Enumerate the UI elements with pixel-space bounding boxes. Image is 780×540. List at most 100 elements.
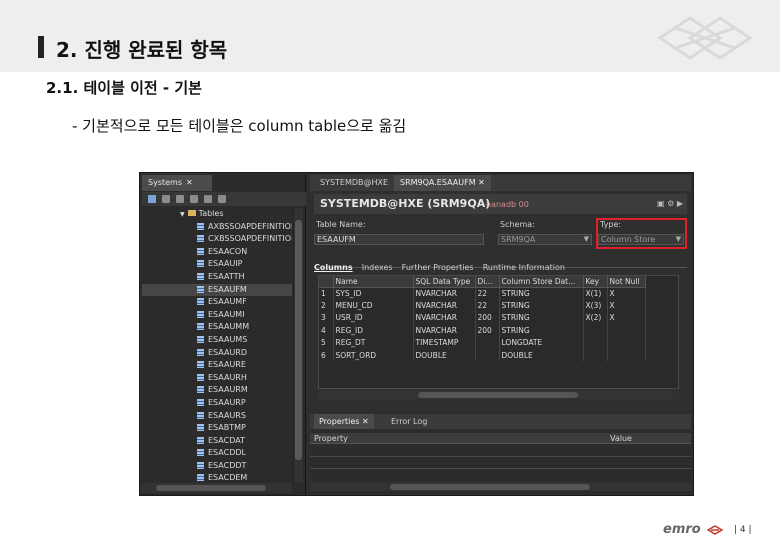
close-icon[interactable]: ✕ (186, 178, 193, 187)
refresh-icon[interactable] (204, 195, 212, 203)
scroll-thumb[interactable] (295, 220, 302, 460)
table-cell: NVARCHAR (413, 311, 476, 325)
table-cell (607, 324, 646, 337)
tree-item-table[interactable]: ESAACON (142, 246, 292, 259)
scroll-thumb[interactable] (418, 392, 578, 398)
tab-indexes[interactable]: Indexes (362, 261, 393, 274)
bullet-text: - 기본적으로 모든 테이블은 column table으로 옮김 (72, 117, 407, 135)
tab-systemdb[interactable]: SYSTEMDB@HXE (314, 175, 394, 191)
link-icon[interactable] (190, 195, 198, 203)
info-icon[interactable]: ▣ (657, 199, 665, 208)
schema-field[interactable]: SRM9QA ▼ (498, 234, 592, 245)
filter-icon[interactable] (162, 195, 170, 203)
editor-tab-label: SYSTEMDB@HXE (320, 178, 389, 187)
schema-value: SRM9QA (501, 235, 536, 244)
systems-vertical-scrollbar[interactable] (293, 208, 303, 482)
tree-item-table[interactable]: ESACDDT (142, 460, 292, 473)
table-cell: SYS_ID (333, 287, 414, 300)
table-icon (197, 298, 204, 306)
table-icon (197, 436, 204, 444)
title-accent-bar (38, 36, 44, 58)
menu-icon[interactable] (218, 195, 226, 203)
tree-item-table[interactable]: ESAAUMI (142, 309, 292, 322)
tree-item-label: ESACDAT (208, 435, 245, 445)
table-cell: 5 (319, 336, 334, 349)
tree-item-table[interactable]: ESAAURP (142, 397, 292, 410)
tree-item-table[interactable]: ESAATTH (142, 271, 292, 284)
table-cell: MENU_CD (333, 299, 414, 312)
tree-item-table[interactable]: ESAAURD (142, 347, 292, 360)
table-name-field[interactable]: ESAAUFM (314, 234, 484, 245)
run-icon[interactable]: ▶ (677, 199, 683, 208)
settings-icon[interactable]: ⚙ (667, 199, 674, 208)
tab-systems[interactable]: Systems ✕ (142, 175, 212, 191)
tab-further-properties[interactable]: Further Properties (402, 261, 474, 274)
add-system-icon[interactable] (148, 195, 156, 203)
table-row[interactable]: 1 SYS_ID NVARCHAR 22 STRING X(1) X (319, 287, 646, 300)
scroll-thumb[interactable] (390, 484, 590, 490)
tree-item-label: ESACDDT (208, 460, 247, 470)
column-header[interactable]: Key (583, 276, 608, 288)
column-header[interactable] (319, 276, 334, 288)
tree-item-table[interactable]: ESAAURE (142, 359, 292, 372)
tree-item-label: ESAAUMM (208, 322, 250, 332)
table-cell (583, 324, 608, 337)
table-icon (197, 260, 204, 268)
tab-error-log[interactable]: Error Log (386, 414, 432, 429)
host-label: hanadb 00 (486, 200, 529, 209)
tree-item-table[interactable]: ESAAUIP (142, 258, 292, 271)
systems-toolbar (142, 192, 306, 206)
table-row[interactable]: 5 REG_DT TIMESTAMP LONGDATE (319, 336, 646, 349)
tree-item-label: ESAAUMI (208, 309, 245, 319)
tree-item-table[interactable]: ESAAURH (142, 372, 292, 385)
table-cell (475, 348, 500, 362)
column-header[interactable]: Not Null (607, 276, 646, 288)
ide-window: Systems ✕ ▼ Tables AXBSSOAPDEFINITION CXBSS… (139, 172, 694, 496)
tree-item-table[interactable]: CXBSSOAPDEFINITION (142, 233, 292, 246)
columns-horizontal-scrollbar[interactable] (318, 391, 679, 399)
tree-item-table[interactable]: ESABTMP (142, 422, 292, 435)
close-icon[interactable]: ✕ (362, 417, 369, 426)
tree-node-tables[interactable]: ▼ Tables (142, 208, 292, 221)
systems-horizontal-scrollbar[interactable] (142, 483, 292, 493)
table-editor: SYSTEMDB@HXE SRM9QA.ESAAUFM ✕ SYSTEMDB@H… (310, 175, 691, 411)
column-header[interactable]: Di... (475, 276, 500, 288)
column-header[interactable]: SQL Data Type (413, 276, 476, 288)
tree-item-table[interactable]: ESAAUMF (142, 296, 292, 309)
table-cell (583, 336, 608, 349)
tree-item-table[interactable]: ESACDDL (142, 447, 292, 460)
tab-properties[interactable]: Properties ✕ (314, 414, 374, 429)
tree-item-table[interactable]: ESAAUMS (142, 334, 292, 347)
table-row[interactable]: 4 REG_ID NVARCHAR 200 STRING (319, 324, 646, 337)
table-icon (197, 386, 204, 394)
table-cell: SORT_ORD (333, 348, 414, 362)
tree-item-table[interactable]: ESAAUFM (142, 283, 292, 297)
tab-columns[interactable]: Columns (314, 261, 353, 274)
table-row[interactable]: 2 MENU_CD NVARCHAR 22 STRING X(3) X (319, 299, 646, 312)
tree-item-table[interactable]: ESAAURM (142, 384, 292, 397)
table-row[interactable]: 6 SORT_ORD DOUBLE DOUBLE (319, 348, 646, 362)
tree-item-label: ESAACON (208, 246, 248, 256)
table-cell: 3 (319, 311, 334, 325)
collapse-icon[interactable] (176, 195, 184, 203)
table-cell: DOUBLE (413, 348, 476, 362)
tree-item-label: ESAAURP (208, 397, 246, 407)
tab-runtime-information[interactable]: Runtime Information (483, 261, 565, 274)
table-row[interactable]: 3 USR_ID NVARCHAR 200 STRING X(2) X (319, 311, 646, 325)
scroll-thumb[interactable] (156, 485, 266, 491)
column-header[interactable]: Column Store Dat... (499, 276, 584, 288)
table-cell: STRING (499, 287, 584, 300)
tab-table-esaaufm[interactable]: SRM9QA.ESAAUFM ✕ (394, 175, 491, 191)
tree-item-table[interactable]: ESAAURS (142, 410, 292, 423)
column-header[interactable]: Name (333, 276, 414, 288)
chevron-down-icon[interactable]: ▼ (584, 235, 589, 244)
properties-horizontal-scrollbar[interactable] (310, 482, 691, 491)
close-icon[interactable]: ✕ (478, 178, 485, 187)
tree-item-table[interactable]: ESACDEM (142, 472, 292, 482)
tables-list: AXBSSOAPDEFINITION CXBSSOAPDEFINITION ESAA… (142, 221, 292, 482)
tables-node-label: Tables (198, 209, 224, 218)
tree-item-table[interactable]: ESAAUMM (142, 321, 292, 334)
table-cell: 22 (475, 299, 500, 312)
tree-item-table[interactable]: AXBSSOAPDEFINITION (142, 221, 292, 234)
tree-item-table[interactable]: ESACDAT (142, 435, 292, 448)
